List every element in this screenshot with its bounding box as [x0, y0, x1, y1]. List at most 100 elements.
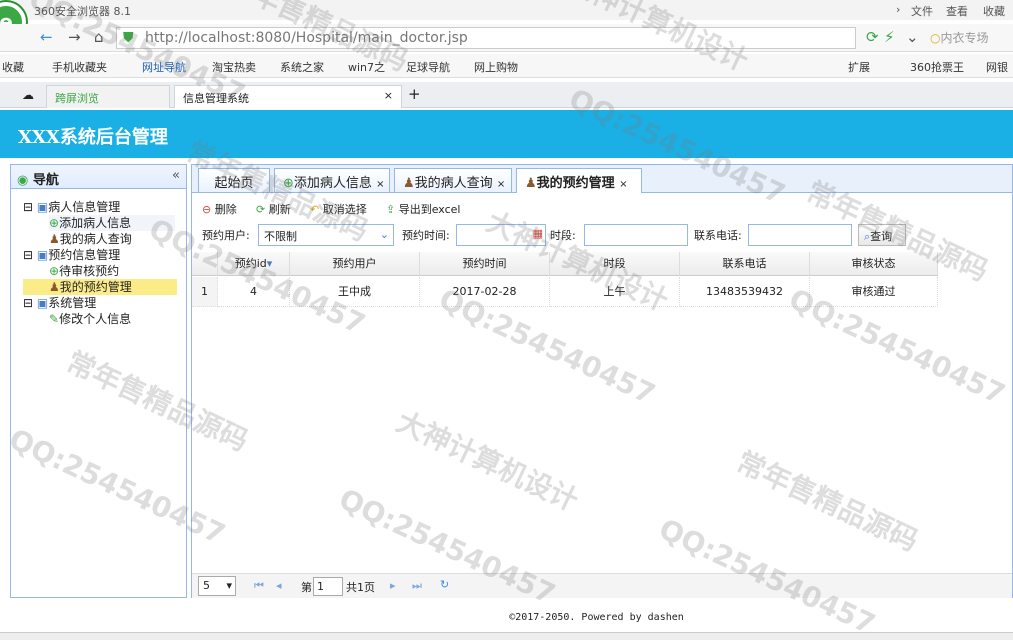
cell-period[interactable]: 上午 [550, 277, 680, 307]
cloud-icon[interactable]: ☁ [22, 88, 34, 102]
tree-label: 预约信息管理 [48, 248, 121, 262]
phone-filter-label: 联系电话: [694, 229, 742, 242]
sidebar: ◉ 导航 « ⊟ ▣病人信息管理 ⊕添加病人信息 ♟我的病人查询 ⊟ ▣预约信息… [10, 164, 187, 598]
app-title: XXX系统后台管理 [18, 127, 168, 148]
tab-home[interactable]: 起始页 [198, 168, 270, 192]
column-header-time[interactable]: 预约时间 [420, 252, 550, 276]
page-number: 1 [317, 580, 324, 593]
monitor-icon: ▣ [36, 200, 49, 214]
close-icon[interactable]: × [376, 179, 384, 190]
reload-icon[interactable]: ↻ [440, 578, 449, 591]
time-filter-input[interactable]: ▦ [456, 224, 546, 246]
browser-tab-crossscreen[interactable]: 跨屏浏览 [46, 85, 170, 108]
add-icon: ⊕ [49, 216, 60, 230]
column-header-id[interactable]: 预约id▾ [218, 252, 290, 276]
tab-my-patients[interactable]: ♟我的病人查询 × [394, 168, 512, 192]
first-page-icon[interactable]: ⏮ [254, 579, 264, 593]
browser-title: 360安全浏览器 8.1 [34, 5, 131, 18]
column-header-status[interactable]: 审核状态 [810, 252, 938, 276]
bookmark-favorites[interactable]: 收藏 [2, 59, 24, 75]
back-icon[interactable]: ← [40, 28, 53, 46]
export-icon: ⇪ [386, 203, 396, 216]
column-header-period[interactable]: 时段 [550, 252, 680, 276]
bookmark-system[interactable]: 系统之家 [280, 59, 324, 75]
export-excel-button[interactable]: ⇪ 导出到excel [386, 201, 460, 217]
bookmark-football[interactable]: 足球导航 [406, 59, 450, 75]
cell-time[interactable]: 2017-02-28 [420, 277, 550, 307]
last-page-icon[interactable]: ⏭ [412, 579, 422, 593]
cancel-selection-button[interactable]: ↶ 取消选择 [310, 201, 367, 217]
tab-add-patient[interactable]: ⊕添加病人信息 × [274, 168, 390, 192]
sidebar-header: ◉ 导航 « [11, 165, 186, 189]
tree-node-add-patient[interactable]: ⊕添加病人信息 [49, 215, 175, 231]
tab-my-appointments[interactable]: ♟我的预约管理 × [516, 168, 642, 193]
tree-node-patient[interactable]: ⊟ ▣病人信息管理 [23, 199, 120, 215]
tab-label: 起始页 [214, 176, 254, 191]
bookmark-taobao[interactable]: 淘宝热卖 [212, 59, 256, 75]
period-filter-input[interactable] [584, 224, 688, 246]
dropdown-icon[interactable]: ⌄ [906, 28, 919, 46]
page-number-input[interactable]: 1 [313, 577, 343, 596]
refresh-button[interactable]: ⟳ 刷新 [256, 201, 291, 217]
export-label: 导出到excel [398, 203, 461, 216]
sort-desc-icon: ▾ [266, 257, 273, 270]
menu-favorites[interactable]: 收藏 [983, 3, 1005, 19]
next-page-icon[interactable]: ▸ [390, 579, 396, 592]
bookmark-bank[interactable]: 网银 [986, 59, 1008, 75]
browser-titlebar: 360安全浏览器 8.1 › 文件 查看 收藏 [0, 0, 1013, 20]
tree-node-profile[interactable]: ✎修改个人信息 [49, 311, 131, 327]
browser-statusbar [0, 632, 1013, 640]
user-icon: ♟ [525, 176, 537, 191]
search-box[interactable]: ○内衣专场 [930, 29, 989, 46]
bookmark-mobile[interactable]: 手机收藏夹 [52, 59, 107, 75]
collapse-icon[interactable]: « [172, 168, 180, 183]
bookmark-win7[interactable]: win7之 [348, 59, 385, 75]
page-size-select[interactable]: 5 ▾ [198, 576, 236, 596]
user-filter-select[interactable]: 不限制 ⌄ [258, 224, 394, 246]
new-tab-icon[interactable]: + [408, 85, 421, 103]
column-header-phone[interactable]: 联系电话 [680, 252, 810, 276]
tree-node-pending[interactable]: ⊕待审核预约 [49, 263, 119, 279]
tree-node-appointment[interactable]: ⊟ ▣预约信息管理 [23, 247, 120, 263]
refresh-icon[interactable]: ⟳ [866, 28, 879, 46]
menu-view[interactable]: 查看 [946, 3, 968, 19]
cell-id[interactable]: 4 [218, 277, 290, 307]
forward-icon[interactable]: → [68, 28, 81, 46]
bookmark-tickets[interactable]: 360抢票王 [910, 59, 964, 75]
tree-label: 系统管理 [48, 296, 97, 310]
calendar-icon[interactable]: ▦ [533, 227, 543, 240]
close-icon[interactable]: × [384, 89, 393, 102]
monitor-icon: ▣ [36, 248, 49, 262]
url-field[interactable]: ⛊ http://localhost:8080/Hospital/main_do… [116, 27, 856, 49]
time-filter-label: 预约时间: [402, 229, 450, 242]
tab-label: 我的预约管理 [536, 176, 615, 191]
phone-filter-input[interactable] [748, 224, 852, 246]
monitor-icon: ▣ [36, 296, 49, 310]
menu-file[interactable]: 文件 [911, 3, 933, 19]
cell-status[interactable]: 审核通过 [810, 277, 938, 307]
delete-button[interactable]: ⊖ 删除 [202, 201, 237, 217]
bookmark-shopping[interactable]: 网上购物 [474, 59, 518, 75]
tree-node-my-patients[interactable]: ♟我的病人查询 [49, 231, 132, 247]
tree-node-system[interactable]: ⊟ ▣系统管理 [23, 295, 96, 311]
chevron-right-icon[interactable]: › [896, 3, 900, 16]
cell-user[interactable]: 王中成 [290, 277, 420, 307]
cell-phone[interactable]: 13483539432 [680, 277, 810, 307]
search-button[interactable]: ⌕查询 [858, 224, 906, 246]
tree-node-my-appointments[interactable]: ♟我的预约管理 [23, 279, 177, 295]
prev-page-icon[interactable]: ◂ [276, 579, 282, 592]
home-icon[interactable]: ⌂ [94, 28, 104, 46]
chevron-down-icon: ⌄ [379, 228, 389, 241]
tree-label: 我的预约管理 [59, 280, 132, 294]
refresh-icon: ⟳ [256, 203, 266, 216]
main-panel: 起始页 ⊕添加病人信息 × ♟我的病人查询 × ♟我的预约管理 × ⊖ 删除 ⟳… [191, 164, 1013, 598]
row-number: 1 [192, 277, 218, 307]
bookmark-nav[interactable]: 网址导航 [142, 59, 186, 75]
bookmark-extensions[interactable]: 扩展 [848, 59, 870, 75]
lightning-icon[interactable]: ⚡ [884, 28, 895, 46]
browser-tab-active[interactable]: 信息管理系统 × [174, 85, 402, 108]
close-icon[interactable]: × [619, 179, 627, 190]
user-icon: ♟ [49, 280, 60, 294]
close-icon[interactable]: × [497, 179, 505, 190]
column-header-user[interactable]: 预约用户 [290, 252, 420, 276]
